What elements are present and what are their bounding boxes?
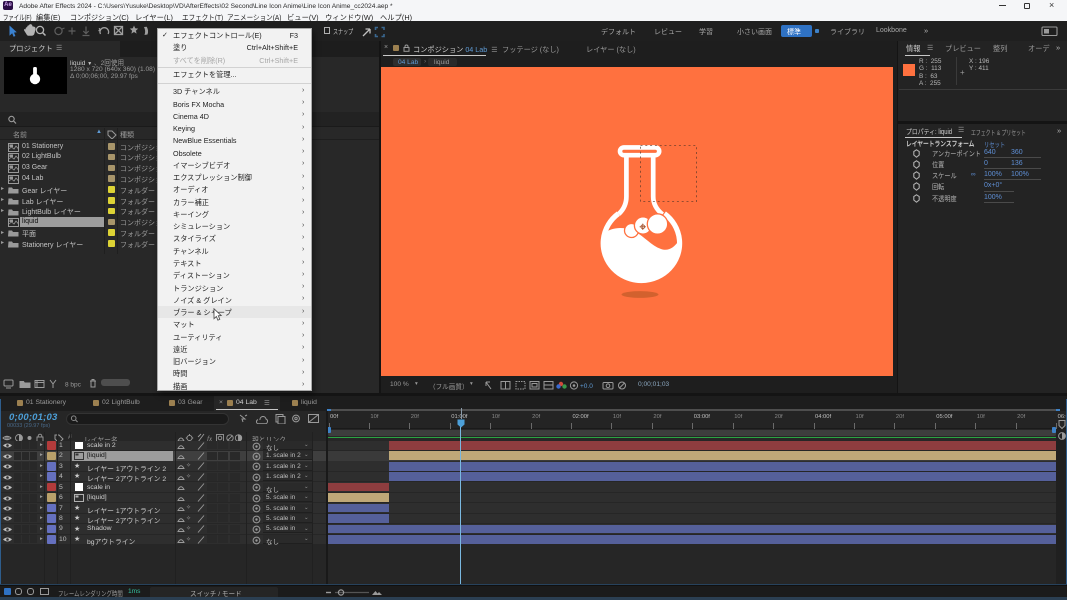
svg-text:+0.0: +0.0 (580, 383, 593, 390)
svg-text:8 bpc: 8 bpc (65, 382, 82, 389)
